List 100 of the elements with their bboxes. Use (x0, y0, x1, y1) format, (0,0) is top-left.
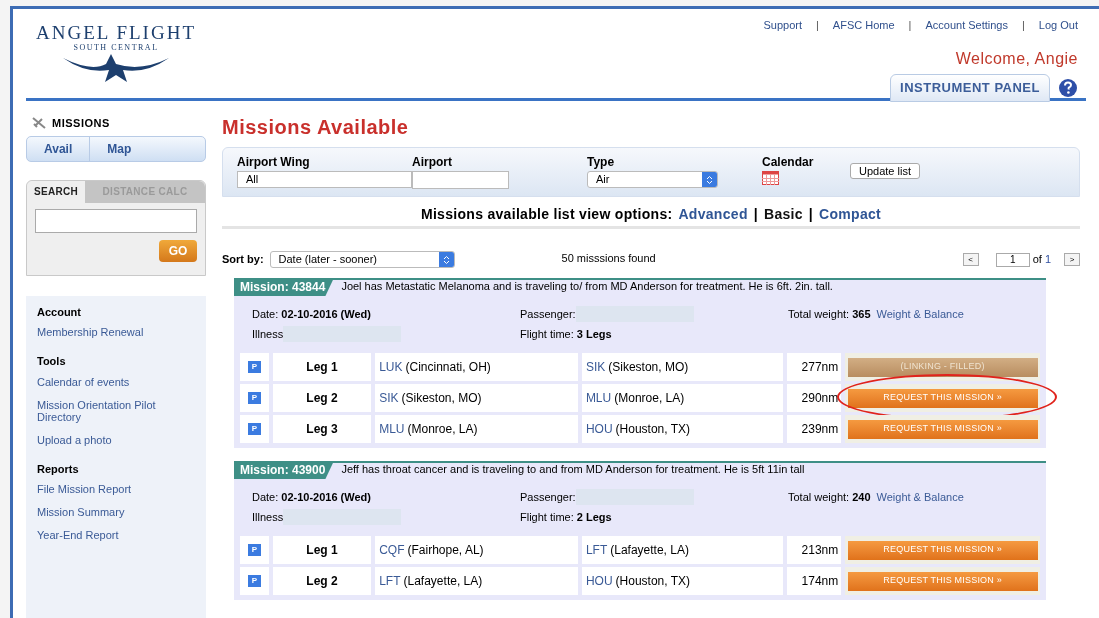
date-label: Date: (252, 307, 279, 322)
passenger-label: Passenger: (520, 307, 576, 322)
chevron-updown-icon (706, 174, 713, 185)
previous-page-button[interactable]: < (962, 253, 979, 266)
mission-number: Mission: 43900 (234, 462, 334, 479)
chevron-updown-icon (442, 254, 450, 265)
airport-code-link[interactable]: SIK (585, 358, 606, 376)
mission-description: Joel has Metastatic Melanoma and is traveling to/ from MD Anderson for treatment. He is 6ft. 2in. tall. (341, 278, 833, 294)
illness-label: Illness (252, 327, 284, 342)
option-separator: | (753, 205, 758, 224)
city-text: (Lafayette, LA) (610, 542, 689, 559)
field-label: Calendar (762, 154, 815, 171)
leg-label: Leg 2 (306, 573, 338, 590)
view-option-link[interactable]: Compact (819, 204, 882, 225)
airport-code-link[interactable]: LFT (379, 572, 401, 590)
city-text: (Monroe, LA) (407, 421, 478, 438)
page-field[interactable]: 1 (995, 252, 1030, 267)
instrument-panel-tab[interactable]: INSTRUMENT PANEL (890, 73, 1050, 102)
airport-code-link[interactable]: SIK (379, 389, 399, 407)
welcome-text: Welcome, Angie (955, 48, 1078, 69)
nav-tab[interactable]: Map (90, 136, 149, 161)
missions-count: 50 misssions found (561, 250, 656, 266)
next-page-button[interactable]: > (1064, 253, 1080, 266)
link-separator: | (908, 18, 912, 33)
distance-text: 174nm (801, 573, 839, 590)
parking-badge: P (247, 392, 261, 404)
airport-code-link[interactable]: HOU (585, 572, 613, 590)
field-label: Airport (412, 154, 453, 171)
option-separator: | (808, 205, 814, 224)
city-text: (Monroe, LA) (614, 390, 685, 407)
distance-text: 290nm (801, 390, 839, 407)
flight-time-label: Flight time: (520, 510, 574, 525)
weight-balance-link[interactable]: Weight & Balance (876, 487, 964, 507)
city-text: (Sikeston, MO) (401, 390, 482, 407)
airport-code-link[interactable]: CQF (379, 541, 405, 559)
flight-time: 2 Legs (576, 510, 612, 525)
city-text: (Fairhope, AL) (407, 542, 484, 559)
view-option-link[interactable]: Advanced (678, 204, 748, 225)
top-link[interactable]: AFSC Home (832, 17, 895, 34)
sort-label: Sort by: (222, 252, 264, 268)
page-of-text: of (1032, 252, 1042, 268)
airport-code-link[interactable]: MLU (585, 389, 612, 407)
city-text: (Cincinnati, OH) (405, 359, 491, 376)
leg-label: Leg 1 (306, 359, 338, 376)
illness-label: Illness (252, 510, 284, 525)
weight-label: Total weight: (788, 490, 850, 505)
field-label: Type (587, 154, 616, 171)
top-link[interactable]: Support (763, 17, 802, 34)
leg-label: Leg 3 (306, 421, 338, 438)
distance-text: 213nm (801, 542, 839, 559)
view-options-label: Missions available list view options: (420, 205, 673, 224)
search-field[interactable] (35, 208, 197, 233)
mission-number: Mission: 43844 (234, 279, 334, 296)
airport-code-link[interactable]: LFT (585, 541, 608, 559)
mission-date: 02-10-2016 (Wed) (281, 490, 371, 505)
mission-description: Jeff has throat cancer and is traveling to and from MD Anderson for treatment. He is 5ft 11in tall (341, 461, 805, 477)
top-link[interactable]: Account Settings (925, 17, 1008, 34)
logo-title: ANGEL FLIGHT (36, 23, 196, 42)
mission-date: 02-10-2016 (Wed) (281, 307, 371, 322)
passenger-label: Passenger: (520, 490, 576, 505)
airport-code-link[interactable]: LUK (379, 358, 403, 376)
sidebar-link[interactable]: Mission Summary (37, 506, 206, 518)
city-text: (Houston, TX) (615, 573, 691, 590)
parking-badge: P (247, 575, 261, 587)
flight-time: 3 Legs (576, 327, 612, 342)
top-link[interactable]: Log Out (1038, 17, 1078, 34)
sidebar-link[interactable]: Mission Orientation Pilot Directory (37, 398, 206, 423)
section-heading: Account (37, 304, 82, 320)
help-icon[interactable] (1058, 77, 1078, 98)
sidebar-link[interactable]: Upload a photo (37, 433, 206, 446)
update-list-button[interactable]: Update list (850, 163, 920, 179)
link-separator: | (815, 18, 819, 33)
leg-label: Leg 1 (306, 542, 338, 559)
sidebar-link[interactable]: Membership Renewal (37, 326, 206, 338)
airport-code-link[interactable]: HOU (585, 420, 613, 438)
distance-text: 277nm (801, 359, 839, 376)
type-select[interactable]: Air (587, 171, 718, 188)
date-label: Date: (252, 490, 279, 505)
logo-subtitle: SOUTH CENTRAL (73, 44, 159, 52)
sidebar-link[interactable]: File Mission Report (37, 483, 206, 495)
weight-value: 365 (852, 307, 871, 322)
page-title: Missions Available (222, 117, 410, 137)
airport-code-link[interactable]: MLU (379, 420, 405, 438)
sidebar-link[interactable]: Calendar of events (37, 375, 206, 388)
sidebar-link[interactable]: Year-End Report (37, 529, 206, 541)
distance-text: 239nm (801, 421, 839, 438)
flight-time-label: Flight time: (520, 327, 574, 342)
leg-label: Leg 2 (306, 390, 338, 407)
calendar-icon[interactable] (762, 171, 779, 185)
nav-tab[interactable]: Avail (27, 136, 91, 161)
weight-balance-link[interactable]: Weight & Balance (876, 304, 964, 324)
section-heading: Tools (37, 354, 67, 369)
sort-select[interactable]: Date (later - sooner) (269, 251, 455, 268)
parking-badge: P (247, 423, 261, 435)
total-pages-link[interactable]: 1 (1044, 251, 1051, 268)
airport-wing-select[interactable]: All (237, 171, 412, 188)
parking-badge: P (247, 544, 261, 556)
airport-field[interactable] (412, 171, 509, 189)
view-option-link[interactable]: Basic (763, 204, 803, 225)
section-heading: Reports (37, 461, 80, 477)
